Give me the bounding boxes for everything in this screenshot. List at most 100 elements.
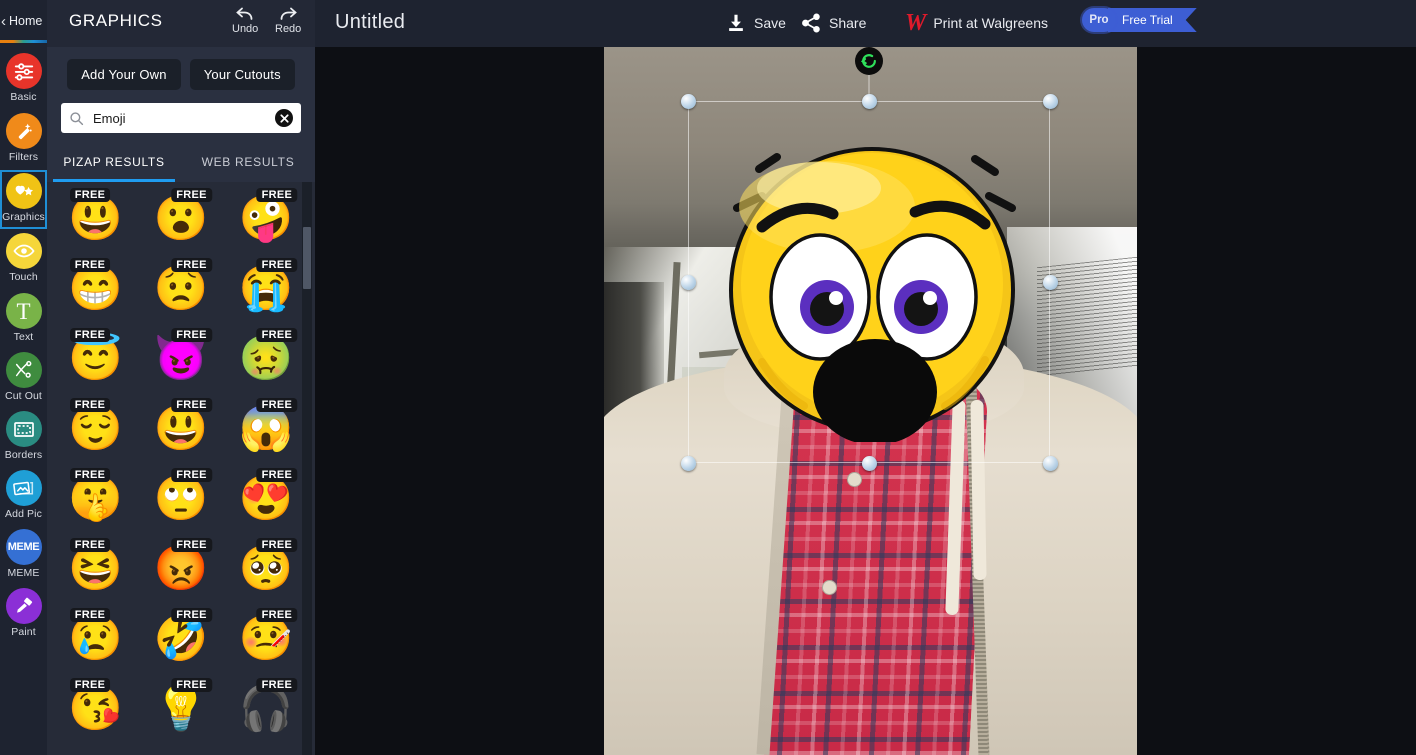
photo-shirt-button-2 [822, 580, 837, 595]
photo-icon [5, 470, 42, 506]
smiley-sad-glyph: 😟 [153, 264, 209, 313]
sidebar-item-paint[interactable]: Paint [0, 585, 47, 644]
handle-bottom-right[interactable] [1043, 456, 1058, 471]
smiley-scream-glyph: 😱 [238, 404, 294, 453]
walgreens-logo-icon: W [905, 10, 927, 36]
sidebar-item-touch[interactable]: Touch [0, 230, 47, 289]
print-at-walgreens-button[interactable]: W Print at Walgreens [905, 8, 1048, 38]
download-icon [729, 14, 743, 31]
scrollbar-thumb[interactable] [303, 227, 311, 289]
redo-button[interactable]: Redo [275, 4, 301, 35]
document-title[interactable]: Untitled [335, 11, 405, 34]
results-tabs: PIZAP RESULTS WEB RESULTS [47, 150, 315, 182]
eye-icon [5, 233, 42, 269]
sidebar-item-basic[interactable]: Basic [0, 50, 47, 109]
stickers-icon [5, 173, 42, 209]
smiley-cold-teeth-glyph: 😢 [68, 614, 124, 663]
handle-top-left[interactable] [681, 94, 696, 109]
smiley-heart-eyes-glyph: 😍 [238, 474, 294, 523]
sidebar-item-graphics[interactable]: Graphics [0, 170, 47, 229]
sidebar-item-cutout[interactable]: Cut Out [0, 349, 47, 408]
graphic-item[interactable]: 😃 FREE [138, 394, 223, 464]
smiley-happy-fist-glyph: 😃 [153, 404, 209, 453]
undo-label: Undo [232, 23, 259, 35]
graphic-item[interactable]: 😌 FREE [53, 394, 138, 464]
smiley-eyeroll-glyph: 🙄 [153, 474, 209, 523]
graphic-item[interactable]: 🤫 FREE [53, 464, 138, 534]
graphic-item[interactable]: 🤣 FREE [138, 604, 223, 674]
smiley-crying-loud-glyph: 😭 [238, 264, 294, 313]
share-label: Share [829, 15, 867, 31]
undo-button[interactable]: Undo [232, 4, 258, 35]
pro-free-trial-badge[interactable]: Pro Free Trial [1082, 6, 1197, 34]
sidebar-item-borders[interactable]: Borders [0, 408, 47, 467]
home-label: Home [9, 14, 43, 28]
graphic-item[interactable]: 🎧 FREE [224, 674, 309, 744]
sidebar-item-text[interactable]: T Text [0, 290, 47, 349]
redo-icon [280, 7, 297, 20]
chevron-left-icon: ‹ [1, 12, 6, 30]
panel-title: GRAPHICS [69, 11, 163, 30]
frame-icon [5, 411, 42, 447]
selection-bounding-box[interactable] [681, 47, 1058, 471]
graphic-item[interactable]: 😢 FREE [53, 604, 138, 674]
handle-middle-left[interactable] [681, 275, 696, 290]
smiley-headphones-glyph: 🎧 [238, 684, 294, 733]
handle-top-right[interactable] [1043, 94, 1058, 109]
graphic-item[interactable]: 🤒 FREE [224, 604, 309, 674]
smiley-zany-tongue-glyph: 🤪 [238, 194, 294, 243]
graphic-item[interactable]: 💡 FREE [138, 674, 223, 744]
sidebar-item-meme[interactable]: MEME MEME [0, 526, 47, 585]
handle-middle-right[interactable] [1043, 275, 1058, 290]
tab-web-results[interactable]: WEB RESULTS [181, 150, 315, 178]
canvas-workspace[interactable]: Color Opacity Normal [315, 47, 1416, 755]
rotate-handle-icon[interactable] [855, 47, 883, 75]
clear-search-icon[interactable] [275, 109, 293, 127]
results-scrollbar[interactable] [302, 182, 312, 755]
search-bar[interactable] [61, 103, 301, 133]
pro-label: Pro [1082, 8, 1116, 32]
save-button[interactable]: Save [725, 8, 786, 38]
graphic-item[interactable]: 😟 FREE [138, 254, 223, 324]
walgreens-label: Print at Walgreens [933, 15, 1048, 31]
brush-icon [5, 588, 42, 624]
graphic-item[interactable]: 🙄 FREE [138, 464, 223, 534]
handle-top-center[interactable] [862, 94, 877, 109]
handle-bottom-left[interactable] [681, 456, 696, 471]
graphic-item[interactable]: 😡 FREE [138, 534, 223, 604]
graphic-item[interactable]: 😃 FREE [53, 184, 138, 254]
handle-bottom-center[interactable] [862, 456, 877, 471]
sidebar-item-filters[interactable]: Filters [0, 110, 47, 169]
share-button[interactable]: Share [800, 8, 866, 38]
add-your-own-button[interactable]: Add Your Own [67, 59, 181, 90]
graphic-item[interactable]: 😍 FREE [224, 464, 309, 534]
tab-pizap-results[interactable]: PIZAP RESULTS [47, 150, 181, 182]
sidebar-item-label: Filters [8, 151, 39, 163]
home-button[interactable]: ‹ Home [0, 9, 47, 33]
pizap-editor-window: ‹ Home Basic Filters Graphics Touch T Te… [0, 0, 1416, 755]
graphic-item[interactable]: 😆 FREE [53, 534, 138, 604]
sidebar-item-label: MEME [7, 567, 40, 579]
graphic-item[interactable]: 🥺 FREE [224, 534, 309, 604]
sliders-icon [5, 53, 42, 89]
graphic-item[interactable]: 😈 FREE [138, 324, 223, 394]
sidebar-item-addpic[interactable]: Add Pic [0, 467, 47, 526]
graphic-item[interactable]: 😁 FREE [53, 254, 138, 324]
image-canvas[interactable]: Color Opacity Normal [604, 47, 1137, 755]
graphic-item[interactable]: 😘 FREE [53, 674, 138, 744]
graphic-item[interactable]: 😮 FREE [138, 184, 223, 254]
graphic-item[interactable]: 🤢 FREE [224, 324, 309, 394]
sidebar-item-label: Touch [9, 271, 38, 283]
search-input[interactable] [93, 110, 275, 126]
your-cutouts-button[interactable]: Your Cutouts [189, 59, 295, 90]
rail-accent-bar [0, 40, 47, 43]
graphic-item[interactable]: 😱 FREE [224, 394, 309, 464]
smiley-thumbs-up-glyph: 😆 [68, 544, 124, 593]
panel-header: GRAPHICS Undo Redo [47, 0, 315, 47]
smiley-big-teeth-glyph: 😁 [68, 264, 124, 313]
graphic-item[interactable]: 😭 FREE [224, 254, 309, 324]
graphic-item[interactable]: 😇 FREE [53, 324, 138, 394]
graphic-item[interactable]: 🤪 FREE [224, 184, 309, 254]
graphics-grid: 😃 FREE 😮 FREE 🤪 FREE 😁 FREE 😟 FREE 😭 FREE 😇 FREE 😈 FREE… [47, 182, 315, 744]
sidebar-item-label: Basic [10, 91, 37, 103]
